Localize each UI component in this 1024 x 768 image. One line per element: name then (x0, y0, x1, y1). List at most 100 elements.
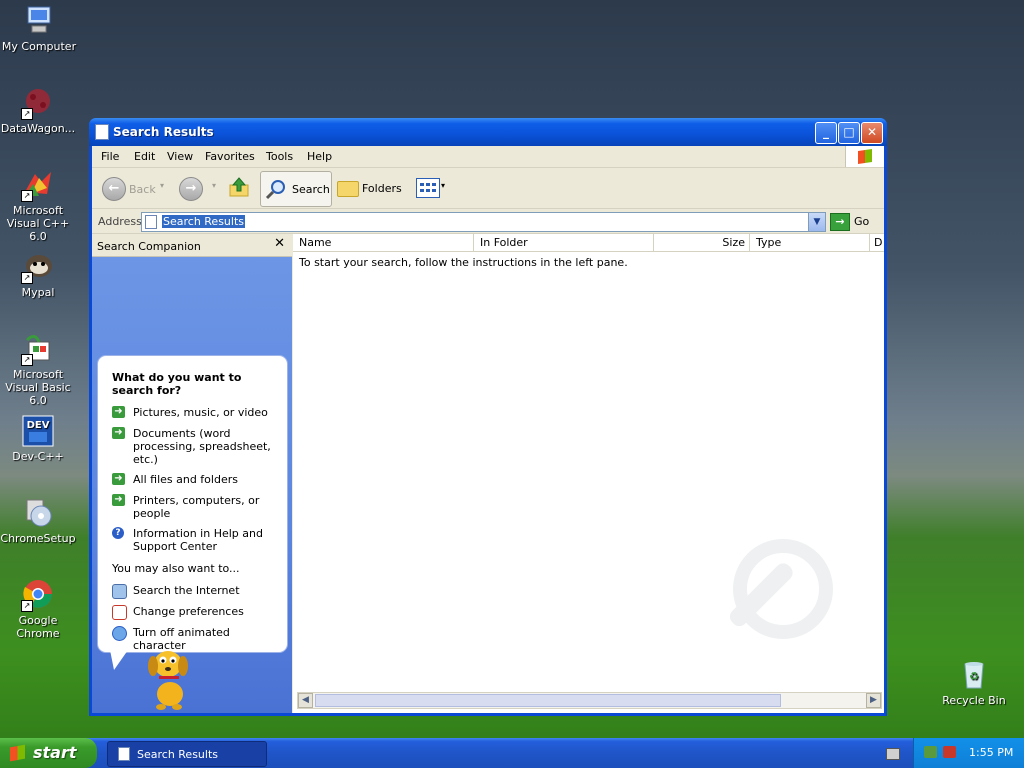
svg-text:♻: ♻ (969, 670, 979, 683)
desktop-icon-recycle-bin[interactable]: ♻ Recycle Bin (934, 658, 1014, 707)
back-dropdown-icon[interactable]: ▾ (160, 181, 164, 190)
desktop-icon-dev-cpp[interactable]: DEV Dev-C++ (0, 414, 78, 463)
taskbar-item-search-results[interactable]: Search Results (107, 741, 267, 767)
results-pane: Name In Folder Size Type D To start your… (293, 234, 884, 713)
menu-tools[interactable]: Tools (266, 150, 293, 163)
mypal-icon: ↗ (21, 250, 55, 284)
address-dropdown-icon[interactable]: ▼ (808, 213, 825, 231)
desktop-icon-my-computer[interactable]: My Computer (0, 4, 79, 53)
desktop-icon-label: Recycle Bin (942, 694, 1006, 707)
keyboard-icon[interactable] (886, 748, 900, 760)
document-icon (145, 215, 157, 229)
address-label: Address (98, 215, 142, 228)
datawagon-icon: ↗ (21, 86, 55, 120)
desktop-icon-label: My Computer (1, 40, 77, 53)
recycle-bin-icon: ♻ (957, 658, 991, 692)
green-arrow-icon: ➜ (112, 406, 125, 418)
visual-basic-icon: ↗ (21, 332, 55, 366)
search-question: What do you want to search for? (112, 371, 242, 397)
option-label: All files and folders (133, 473, 238, 486)
maximize-button[interactable]: □ (838, 122, 860, 144)
desktop-icon-datawagon[interactable]: ↗ DataWagon... (0, 86, 78, 135)
up-folder-icon[interactable] (228, 176, 250, 198)
option-label: Information in Help and Support Center (133, 527, 263, 553)
close-button[interactable]: ✕ (861, 122, 883, 144)
magnifier-watermark-icon (733, 539, 833, 639)
green-arrow-icon: ➜ (112, 494, 125, 506)
option-label: Change preferences (133, 605, 244, 618)
green-arrow-icon: ➜ (112, 473, 125, 485)
setup-icon (21, 496, 55, 530)
menu-view[interactable]: View (167, 150, 193, 163)
globe-icon (112, 626, 127, 641)
svg-text:DEV: DEV (27, 420, 50, 431)
menu-favorites[interactable]: Favorites (205, 150, 255, 163)
scroll-thumb[interactable] (315, 694, 781, 707)
also-header: You may also want to... (112, 562, 240, 575)
go-arrow-icon[interactable]: → (830, 213, 850, 231)
internet-search-icon (112, 584, 127, 599)
option-label: Pictures, music, or video (133, 406, 268, 419)
chrome-icon: ↗ (21, 578, 55, 612)
start-button[interactable]: start (0, 738, 97, 768)
menu-help[interactable]: Help (307, 150, 332, 163)
option-label: Documents (word processing, spreadsheet,… (133, 427, 271, 466)
minimize-button[interactable]: _ (815, 122, 837, 144)
desktop-icon-chromesetup[interactable]: ChromeSetup (0, 496, 78, 545)
taskbar-item-label: Search Results (137, 748, 219, 761)
column-in-folder[interactable]: In Folder (474, 234, 654, 252)
address-value: Search Results (162, 215, 246, 228)
desktop-icon-label: ChromeSetup (0, 532, 76, 545)
forward-arrow-icon[interactable]: → (179, 177, 203, 201)
search-button[interactable]: Search (260, 171, 332, 207)
column-date[interactable]: D (870, 234, 884, 252)
window-title: Search Results (113, 125, 214, 139)
option-label: Printers, computers, or people (133, 494, 260, 520)
search-companion-title: Search Companion (97, 240, 201, 253)
search-button-label: Search (292, 183, 330, 196)
preferences-checkmark-icon (112, 605, 127, 620)
desktop-icon-label: Microsoft Visual Basic 6.0 (5, 368, 71, 407)
address-input[interactable]: Search Results ▼ (141, 212, 826, 232)
visual-cpp-icon: ↗ (21, 168, 55, 202)
address-bar: Address Search Results ▼ → Go (92, 209, 884, 234)
views-dropdown-icon[interactable]: ▾ (441, 181, 445, 190)
title-bar[interactable]: Search Results _ □ ✕ (89, 118, 887, 146)
menu-edit[interactable]: Edit (134, 150, 155, 163)
search-companion-header: Search Companion ✕ (92, 234, 292, 257)
desktop-icon-label: Google Chrome (16, 614, 60, 640)
desktop-icon-visual-cpp[interactable]: ↗ Microsoft Visual C++ 6.0 (0, 168, 78, 243)
clock[interactable]: 1:55 PM (969, 746, 1013, 759)
folders-button[interactable]: Folders (362, 182, 402, 195)
dev-cpp-icon: DEV (21, 414, 55, 448)
column-size[interactable]: Size (654, 234, 750, 252)
folders-icon (337, 181, 359, 197)
search-companion-pane: Search Companion ✕ What do you want to s… (92, 234, 292, 713)
menu-file[interactable]: File (101, 150, 119, 163)
search-dog-character-icon[interactable] (144, 636, 194, 711)
views-icon[interactable] (416, 178, 440, 198)
network-disconnected-icon[interactable] (943, 746, 956, 758)
desktop-icon-google-chrome[interactable]: ↗ Google Chrome (0, 578, 78, 640)
column-type[interactable]: Type (750, 234, 870, 252)
forward-dropdown-icon[interactable]: ▾ (212, 181, 216, 190)
close-pane-icon[interactable]: ✕ (274, 236, 285, 251)
green-arrow-icon: ➜ (112, 427, 125, 439)
desktop-icon-label: Microsoft Visual C++ 6.0 (6, 204, 70, 243)
search-balloon: What do you want to search for? ➜ Pictur… (97, 355, 288, 653)
desktop-icon-mypal[interactable]: ↗ Mypal (0, 250, 78, 299)
horizontal-scrollbar[interactable]: ◀ ▶ (297, 692, 882, 709)
column-name[interactable]: Name (293, 234, 474, 252)
desktop-icon-label: Mypal (21, 286, 55, 299)
scroll-right-icon[interactable]: ▶ (866, 693, 881, 708)
balloon-tail (110, 650, 128, 670)
scroll-left-icon[interactable]: ◀ (298, 693, 313, 708)
back-arrow-icon[interactable]: ← (102, 177, 126, 201)
desktop-icon-visual-basic[interactable]: ↗ Microsoft Visual Basic 6.0 (0, 332, 78, 407)
option-label: Search the Internet (133, 584, 240, 597)
back-button[interactable]: Back (129, 183, 156, 196)
network-icon[interactable] (924, 746, 937, 758)
go-button[interactable]: Go (854, 215, 869, 228)
start-label: start (33, 743, 77, 762)
document-icon (118, 747, 130, 761)
